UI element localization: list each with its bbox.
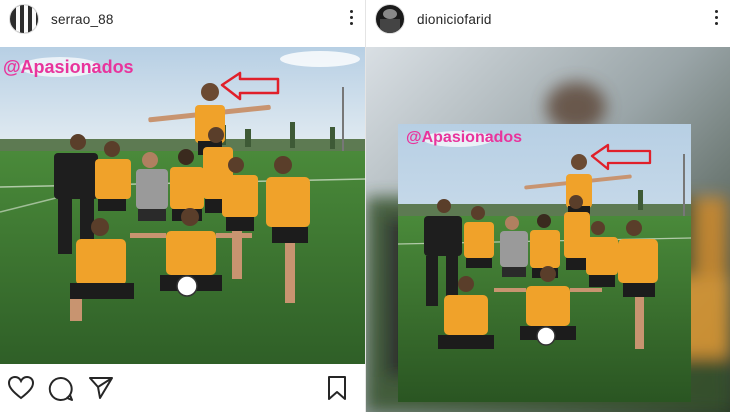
- username[interactable]: serrao_88: [51, 12, 114, 27]
- post-header: dioniciofarid: [366, 0, 730, 38]
- heart-icon[interactable]: [7, 375, 35, 405]
- post-photo[interactable]: @Apasionados: [366, 47, 730, 412]
- more-options-icon[interactable]: [349, 10, 353, 28]
- instagram-post-right: dioniciofarid @Apasionados: [366, 0, 730, 412]
- post-photo[interactable]: @Apasionados: [0, 47, 365, 364]
- share-icon[interactable]: [88, 376, 114, 405]
- photo-tag-overlay: @Apasionados: [3, 57, 134, 77]
- post-header: serrao_88: [0, 0, 365, 38]
- bookmark-icon[interactable]: [327, 376, 347, 405]
- username[interactable]: dioniciofarid: [417, 12, 492, 27]
- avatar[interactable]: [375, 4, 405, 34]
- comment-icon[interactable]: [48, 376, 74, 407]
- post-action-bar: [0, 364, 365, 412]
- photo-tag-overlay: @Apasionados: [406, 129, 523, 146]
- avatar[interactable]: [9, 4, 39, 34]
- instagram-post-left: serrao_88 @Apasionados: [0, 0, 365, 412]
- more-options-icon[interactable]: [714, 10, 718, 28]
